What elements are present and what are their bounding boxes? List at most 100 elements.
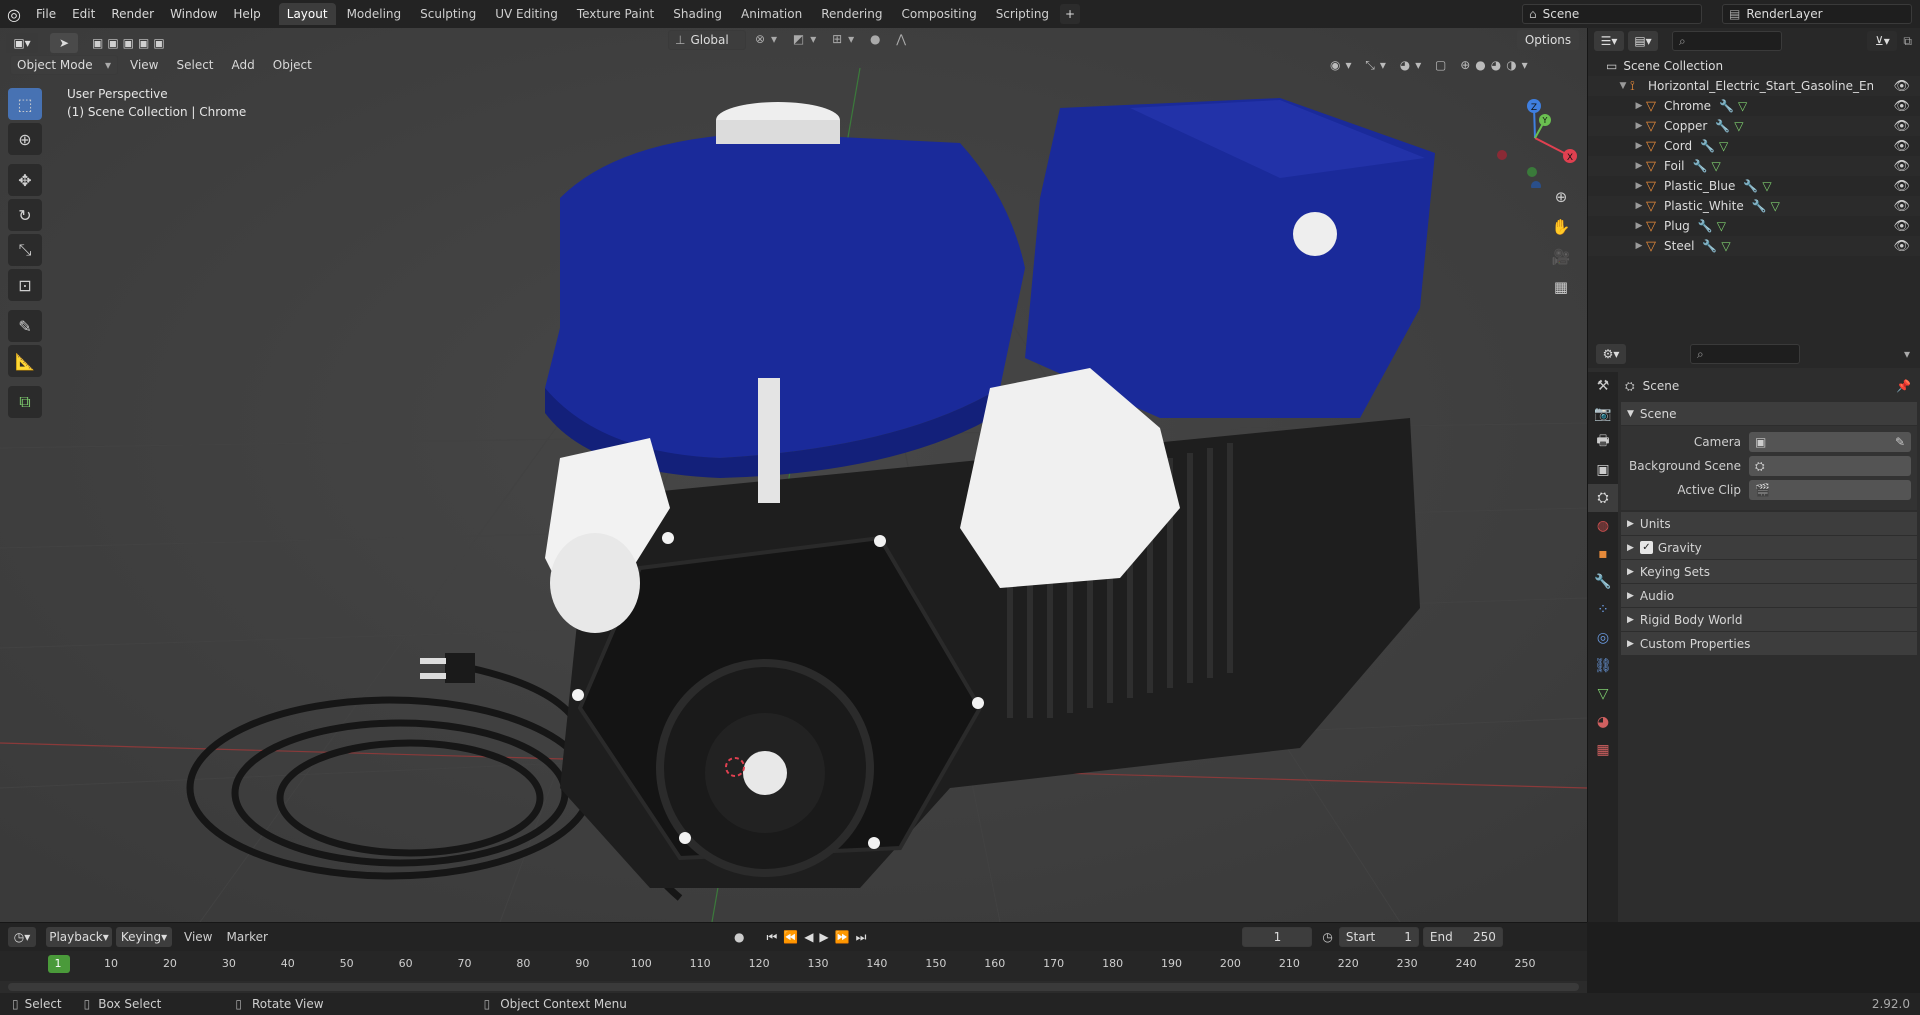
constraints-tab-icon[interactable]: ⛓: [1588, 652, 1618, 680]
camera-view-icon[interactable]: 🎥: [1547, 243, 1575, 271]
timeline-editor-type[interactable]: ◷▾: [8, 927, 36, 947]
tab-uv-editing[interactable]: UV Editing: [487, 3, 566, 25]
new-collection-icon[interactable]: ⧉: [1903, 34, 1912, 49]
keying-sets-panel[interactable]: ▶ Keying Sets: [1621, 560, 1917, 584]
tab-modeling[interactable]: Modeling: [339, 3, 410, 25]
outliner-item[interactable]: ▶ ▽ Plastic_Blue 🔧 ▽ 👁: [1588, 176, 1920, 196]
data-tab-icon[interactable]: ▽: [1588, 680, 1618, 708]
outliner-item[interactable]: ▶ ▽ Plastic_White 🔧 ▽ 👁: [1588, 196, 1920, 216]
rotate-tool-icon[interactable]: ↻: [8, 199, 42, 231]
outliner-item[interactable]: ▶ ▽ Foil 🔧 ▽ 👁: [1588, 156, 1920, 176]
outliner-item[interactable]: ▶ ▽ Cord 🔧 ▽ 👁: [1588, 136, 1920, 156]
gravity-checkbox[interactable]: ✓: [1639, 541, 1653, 554]
blender-logo-icon[interactable]: ◎: [0, 5, 28, 24]
timeline-view-menu[interactable]: View: [184, 930, 212, 944]
3d-viewport[interactable]: ▣▾ ➤ ▣▣▣▣▣ Object Mode ▾ View Select Add …: [0, 28, 1587, 922]
outliner-editor-type[interactable]: ☰▾: [1594, 31, 1624, 51]
mesh-data-icon[interactable]: ▽: [1738, 99, 1747, 113]
ortho-toggle-icon[interactable]: ▦: [1547, 273, 1575, 301]
menu-view[interactable]: View: [130, 58, 158, 72]
outliner-item[interactable]: ▶ ▽ Copper 🔧 ▽ 👁: [1588, 116, 1920, 136]
material-tab-icon[interactable]: ◕: [1588, 708, 1618, 736]
keying-menu[interactable]: Keying ▾: [116, 927, 172, 947]
visibility-eye-icon[interactable]: 👁: [1893, 119, 1910, 134]
background-scene-field[interactable]: ⛭: [1749, 456, 1911, 476]
gravity-panel[interactable]: ▶ ✓ Gravity: [1621, 536, 1917, 560]
tab-shading[interactable]: Shading: [665, 3, 730, 25]
collapse-arrow-icon[interactable]: ▶: [1632, 121, 1646, 131]
mesh-data-icon[interactable]: ▽: [1711, 159, 1720, 173]
select-tool-icon[interactable]: ⬚: [8, 88, 42, 120]
properties-search-input[interactable]: ⌕: [1690, 344, 1800, 364]
zoom-icon[interactable]: ⊕: [1547, 183, 1575, 211]
overlay-shading-controls[interactable]: ◉▾ ⤡▾ ◕▾ ▢ ⊕●◕◑▾: [1330, 58, 1533, 73]
menu-help[interactable]: Help: [225, 7, 268, 21]
clock-icon[interactable]: ◷: [1322, 930, 1332, 944]
tab-animation[interactable]: Animation: [733, 3, 810, 25]
scene-selector[interactable]: ⌂ Scene: [1522, 4, 1702, 24]
playback-menu[interactable]: Playback ▾: [46, 927, 112, 947]
outliner-parent-row[interactable]: ▼ ⟟ Horizontal_Electric_Start_Gasoline_E…: [1588, 76, 1920, 96]
audio-panel[interactable]: ▶ Audio: [1621, 584, 1917, 608]
tab-rendering[interactable]: Rendering: [813, 3, 890, 25]
modifier-wrench-icon[interactable]: 🔧: [1752, 199, 1767, 213]
mesh-data-icon[interactable]: ▽: [1734, 119, 1743, 133]
tab-sculpting[interactable]: Sculpting: [412, 3, 484, 25]
transform-orientation-dropdown[interactable]: ⊥ Global: [668, 30, 746, 50]
renderlayer-selector[interactable]: ▤ RenderLayer: [1722, 4, 1912, 24]
snapping-controls[interactable]: ⊗▾ ◩▾ ⊞▾ ● ⋀: [755, 32, 912, 46]
pin-icon[interactable]: 📌: [1896, 379, 1911, 393]
eyedropper-icon[interactable]: ✎: [1895, 435, 1905, 449]
visibility-eye-icon[interactable]: 👁: [1893, 199, 1910, 214]
cursor-tool-icon[interactable]: ⊕: [8, 123, 42, 155]
select-mode-button[interactable]: ➤: [50, 33, 78, 53]
menu-add[interactable]: Add: [232, 58, 255, 72]
scene-panel-header[interactable]: ▼ Scene: [1621, 402, 1917, 426]
auto-keying-icon[interactable]: ●: [734, 930, 744, 944]
physics-tab-icon[interactable]: ◎: [1588, 624, 1618, 652]
collapse-arrow-icon[interactable]: ▶: [1632, 241, 1646, 251]
tool-tab-icon[interactable]: ⚒: [1588, 372, 1618, 400]
menu-edit[interactable]: Edit: [64, 7, 103, 21]
rigid-body-world-panel[interactable]: ▶ Rigid Body World: [1621, 608, 1917, 632]
modifier-wrench-icon[interactable]: 🔧: [1698, 219, 1713, 233]
modifier-wrench-icon[interactable]: 🔧: [1743, 179, 1758, 193]
filter-button[interactable]: ⊻▾: [1867, 31, 1898, 51]
tab-texture-paint[interactable]: Texture Paint: [569, 3, 662, 25]
world-tab-icon[interactable]: ◍: [1588, 512, 1618, 540]
collapse-arrow-icon[interactable]: ▶: [1632, 101, 1646, 111]
collapse-arrow-icon[interactable]: ▶: [1632, 201, 1646, 211]
mesh-data-icon[interactable]: ▽: [1719, 139, 1728, 153]
menu-select[interactable]: Select: [176, 58, 213, 72]
display-mode-button[interactable]: ▤▾: [1628, 31, 1658, 51]
menu-window[interactable]: Window: [162, 7, 225, 21]
current-frame-field[interactable]: 1: [1242, 927, 1313, 947]
particles-tab-icon[interactable]: ⁘: [1588, 596, 1618, 624]
visibility-eye-icon[interactable]: 👁: [1893, 179, 1910, 194]
expand-arrow-icon[interactable]: ▼: [1616, 81, 1630, 91]
pan-hand-icon[interactable]: ✋: [1547, 213, 1575, 241]
chevron-down-icon[interactable]: ▾: [1904, 347, 1910, 361]
mesh-data-icon[interactable]: ▽: [1762, 179, 1771, 193]
scene-tab-icon[interactable]: ⛭: [1588, 484, 1618, 512]
visibility-eye-icon[interactable]: 👁: [1893, 159, 1910, 174]
modifier-wrench-icon[interactable]: 🔧: [1702, 239, 1717, 253]
select-box-modes[interactable]: ▣▣▣▣▣: [92, 36, 169, 50]
navigation-gizmo[interactable]: X Z Y: [1490, 88, 1580, 188]
tab-layout[interactable]: Layout: [278, 3, 336, 25]
collapse-arrow-icon[interactable]: ▶: [1632, 161, 1646, 171]
outliner-item[interactable]: ▶ ▽ Steel 🔧 ▽ 👁: [1588, 236, 1920, 256]
timeline-marker-menu[interactable]: Marker: [226, 930, 267, 944]
view-layer-tab-icon[interactable]: ▣: [1588, 456, 1618, 484]
visibility-eye-icon[interactable]: 👁: [1893, 79, 1910, 94]
transform-tool-icon[interactable]: ⊡: [8, 269, 42, 301]
menu-object[interactable]: Object: [273, 58, 312, 72]
frame-ruler[interactable]: 1 10 20 30 40 50 60 70 80 90 100 110 120 130 140 150 160…: [0, 951, 1587, 981]
outliner-search-input[interactable]: ⌕: [1672, 31, 1782, 51]
modifier-wrench-icon[interactable]: 🔧: [1719, 99, 1734, 113]
collapse-arrow-icon[interactable]: ▶: [1632, 181, 1646, 191]
move-tool-icon[interactable]: ✥: [8, 164, 42, 196]
outliner-item[interactable]: ▶ ▽ Chrome 🔧 ▽ 👁: [1588, 96, 1920, 116]
texture-tab-icon[interactable]: ▦: [1588, 736, 1618, 764]
units-panel[interactable]: ▶ Units: [1621, 512, 1917, 536]
